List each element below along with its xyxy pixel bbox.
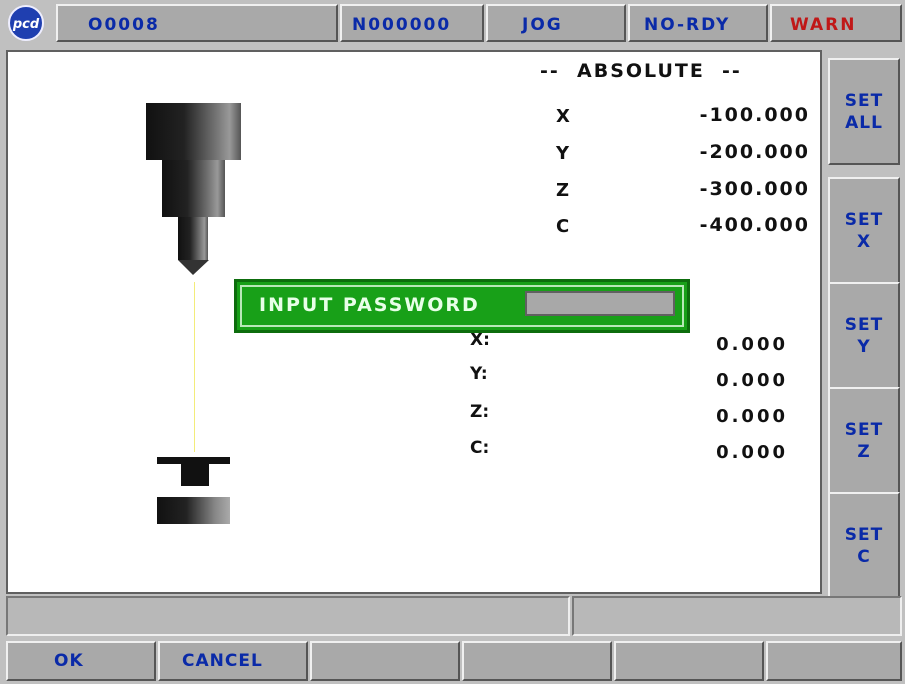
rel-axis-label: X: [470, 330, 490, 350]
abs-axis-value: -200.000 [699, 141, 810, 163]
abs-axis-value: -400.000 [699, 214, 810, 236]
set-x-button[interactable]: SET X [828, 177, 900, 284]
abs-axis-label: X [556, 106, 570, 127]
softkey-6[interactable] [766, 641, 902, 681]
worktable-base [157, 497, 230, 524]
worktable-post [181, 464, 209, 486]
ok-button[interactable]: OK [6, 641, 156, 681]
softkey-5[interactable] [614, 641, 764, 681]
softkey-4[interactable] [462, 641, 612, 681]
set-z-button[interactable]: SET Z [828, 387, 900, 494]
password-label: INPUT PASSWORD [259, 294, 480, 316]
brand-logo: pcd [8, 5, 44, 41]
rel-axis-value: 0.000 [716, 442, 788, 463]
abs-axis-value: -100.000 [699, 104, 810, 126]
softkey-3[interactable] [310, 641, 460, 681]
password-dialog: INPUT PASSWORD [234, 279, 690, 333]
program-number: O0008 [56, 4, 338, 42]
tool-path-line [194, 282, 195, 452]
set-all-button[interactable]: SET ALL [828, 58, 900, 165]
cancel-button[interactable]: CANCEL [158, 641, 308, 681]
message-field-left [6, 596, 570, 636]
worktable-top [157, 457, 230, 464]
message-bar [6, 596, 902, 638]
tool-tip-icon [178, 260, 209, 275]
set-c-button[interactable]: SET C [828, 492, 900, 599]
password-input[interactable] [525, 291, 675, 316]
rel-axis-label: C: [470, 438, 490, 458]
rel-axis-value: 0.000 [716, 334, 788, 355]
warning-indicator: WARN [770, 4, 902, 42]
mode-indicator: JOG [486, 4, 626, 42]
absolute-title: -- ABSOLUTE -- [540, 60, 742, 82]
status-bar: pcd O0008 N000000 JOG NO-RDY WARN [0, 0, 905, 46]
rel-axis-value: 0.000 [716, 370, 788, 391]
set-y-button[interactable]: SET Y [828, 282, 900, 389]
ready-status: NO-RDY [628, 4, 768, 42]
message-field-right [572, 596, 902, 636]
abs-axis-label: C [556, 216, 570, 237]
rel-axis-value: 0.000 [716, 406, 788, 427]
rel-axis-label: Y: [470, 364, 488, 384]
abs-axis-label: Y [556, 143, 570, 164]
rel-axis-label: Z: [470, 402, 490, 422]
sequence-number: N000000 [340, 4, 484, 42]
abs-axis-label: Z [556, 180, 570, 201]
abs-axis-value: -300.000 [699, 178, 810, 200]
